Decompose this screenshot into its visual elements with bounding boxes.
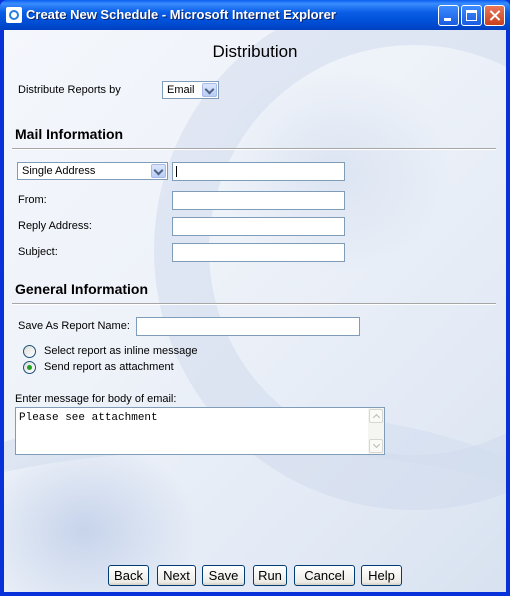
chevron-down-icon[interactable]: [151, 164, 166, 178]
subject-input[interactable]: [172, 243, 345, 262]
run-button[interactable]: Run: [253, 565, 287, 586]
help-button[interactable]: Help: [361, 565, 402, 586]
subject-label: Subject:: [18, 246, 58, 258]
save-as-label: Save As Report Name:: [18, 320, 130, 332]
back-button[interactable]: Back: [108, 565, 149, 586]
report-name-input[interactable]: [136, 317, 360, 336]
inline-message-label[interactable]: Select report as inline message: [44, 345, 197, 357]
window-frame-bottom: [0, 592, 510, 596]
address-type-select[interactable]: Single Address: [17, 162, 168, 180]
page-title: Distribution: [212, 42, 298, 61]
email-body-textarea[interactable]: Please see attachment: [15, 407, 385, 455]
save-button[interactable]: Save: [202, 565, 245, 586]
email-body-label: Enter message for body of email:: [15, 393, 177, 405]
cancel-button[interactable]: Cancel: [294, 565, 355, 586]
scroll-down-icon[interactable]: [369, 439, 383, 453]
minimize-button[interactable]: [438, 5, 459, 26]
distribute-label: Distribute Reports by: [18, 84, 121, 96]
attachment-label[interactable]: Send report as attachment: [44, 361, 174, 373]
scroll-up-icon[interactable]: [369, 409, 383, 423]
chevron-down-icon[interactable]: [202, 83, 217, 97]
from-label: From:: [18, 194, 47, 206]
distribute-method-value: Email: [167, 84, 195, 96]
next-button[interactable]: Next: [157, 565, 196, 586]
text-cursor: [176, 166, 177, 177]
page-content: Distribution Distribute Reports by Email…: [4, 30, 506, 592]
email-address-input[interactable]: [172, 162, 345, 181]
attachment-radio[interactable]: [23, 361, 36, 374]
general-info-heading: General Information: [15, 281, 149, 297]
textarea-scrollbar[interactable]: [368, 408, 384, 454]
window-title: Create New Schedule - Microsoft Internet…: [26, 7, 336, 22]
section-divider: [12, 148, 496, 150]
title-bar[interactable]: Create New Schedule - Microsoft Internet…: [0, 0, 510, 30]
address-type-value: Single Address: [22, 165, 96, 177]
browser-window: Create New Schedule - Microsoft Internet…: [0, 0, 510, 596]
email-body-text: Please see attachment: [19, 412, 158, 424]
close-button[interactable]: [484, 5, 505, 26]
internet-explorer-icon: [6, 7, 22, 23]
mail-info-heading: Mail Information: [15, 126, 124, 142]
inline-message-radio[interactable]: [23, 345, 36, 358]
from-input[interactable]: [172, 191, 345, 210]
reply-address-input[interactable]: [172, 217, 345, 236]
distribute-method-select[interactable]: Email: [162, 81, 219, 99]
section-divider: [12, 303, 496, 305]
reply-address-label: Reply Address:: [18, 220, 92, 232]
maximize-button[interactable]: [461, 5, 482, 26]
